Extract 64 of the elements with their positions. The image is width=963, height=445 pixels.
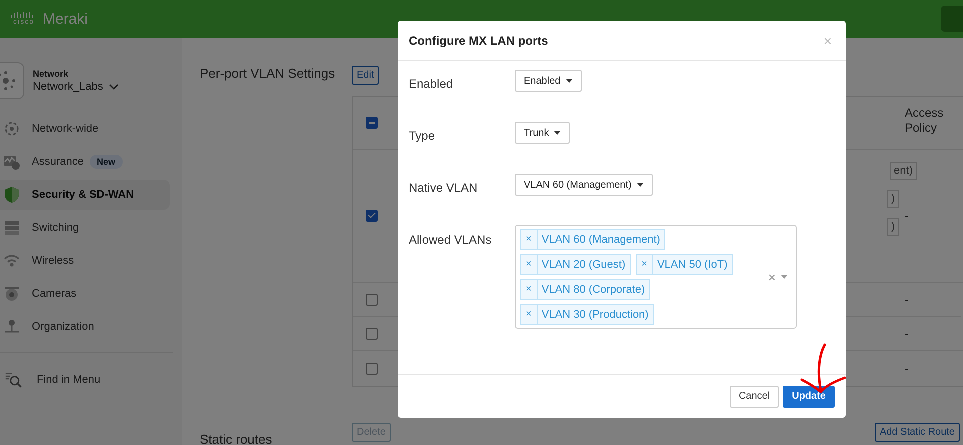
sidebar-item[interactable]: Network-wide [0, 114, 170, 144]
remove-tag-button[interactable]: × [521, 230, 538, 249]
brand-name: Meraki [43, 10, 88, 28]
sidebar-item[interactable]: Wireless [0, 246, 170, 276]
field-label: Native VLAN [409, 180, 479, 195]
vlan-tag: ent) [890, 162, 917, 180]
sidebar-item[interactable]: Cameras [0, 279, 170, 309]
sidebar-item[interactable]: Organization [0, 312, 170, 342]
sidebar-item[interactable]: Switching [0, 213, 170, 243]
section-title: Per-port VLAN Settings [200, 66, 336, 83]
camera-icon [3, 285, 21, 303]
field-label: Allowed VLANs [409, 232, 493, 247]
vlan-tag: × VLAN 80 (Corporate) [520, 279, 650, 300]
multi-select-field[interactable]: × VLAN 60 (Management) × VLAN 20 (Guest) × VLAN 50 (IoT) × VLAN 80 (Corporate) × VLAN 30 (Production) × [515, 225, 797, 329]
pulse-icon [3, 153, 21, 171]
select-all-checkbox[interactable] [366, 117, 378, 129]
table-cell: - [905, 362, 909, 376]
server-icon [3, 219, 21, 237]
remove-tag-button[interactable]: × [636, 255, 654, 274]
vlan-tag: ) [887, 218, 899, 236]
update-button[interactable]: Update [783, 386, 835, 408]
vlan-tag: × VLAN 50 (IoT) [636, 254, 733, 275]
caret-icon [636, 183, 644, 187]
network-selector[interactable]: Network_Labs [33, 81, 120, 93]
cancel-button[interactable]: Cancel [730, 386, 780, 408]
remove-tag-button[interactable]: × [521, 255, 538, 274]
vlan-tag: × VLAN 60 (Management) [520, 229, 666, 250]
table-cell: - [905, 292, 909, 306]
edit-button[interactable]: Edit [352, 66, 380, 85]
field-label: Type [409, 128, 436, 143]
caret-icon [554, 131, 562, 135]
column-header: Access Policy [905, 106, 945, 136]
dialog-title: Configure MX LAN ports [409, 34, 548, 48]
caret-icon [566, 79, 573, 83]
dropdown[interactable]: Enabled [515, 70, 582, 92]
field-label: Enabled [409, 76, 454, 91]
vlan-tag: ) [887, 190, 899, 208]
table-cell: - [905, 209, 909, 223]
dropdown[interactable]: VLAN 60 (Management) [515, 174, 653, 196]
row-checkbox[interactable] [366, 328, 378, 340]
dropdown[interactable]: Trunk [515, 122, 570, 144]
caret-icon [781, 275, 788, 279]
organization-icon [3, 318, 21, 336]
sidebar-item[interactable]: Assurance New [0, 147, 170, 177]
remove-tag-button[interactable]: × [521, 305, 538, 324]
add-static-route-button[interactable]: Add Static Route [874, 423, 960, 442]
row-checkbox[interactable] [366, 294, 378, 306]
vlan-tag: × VLAN 20 (Guest) [520, 254, 631, 275]
table-cell: - [905, 326, 909, 340]
sidebar-item[interactable]: Security & SD-WAN [0, 180, 170, 210]
wifi-icon [3, 252, 21, 270]
remove-tag-button[interactable]: × [521, 280, 538, 299]
chevron-down-icon [109, 84, 120, 90]
row-checkbox[interactable] [366, 362, 378, 374]
globe-icon [3, 120, 21, 138]
shield-icon [3, 186, 21, 204]
find-in-menu[interactable]: Find in Menu [0, 371, 182, 389]
clear-button[interactable]: × [768, 270, 776, 284]
vlan-tag: × VLAN 30 (Production) [520, 304, 654, 325]
search-icon [5, 371, 23, 389]
section-title: Static routes [200, 432, 274, 445]
network-label: Network [33, 69, 70, 79]
row-checkbox[interactable] [366, 210, 378, 222]
new-badge: New [90, 155, 122, 169]
